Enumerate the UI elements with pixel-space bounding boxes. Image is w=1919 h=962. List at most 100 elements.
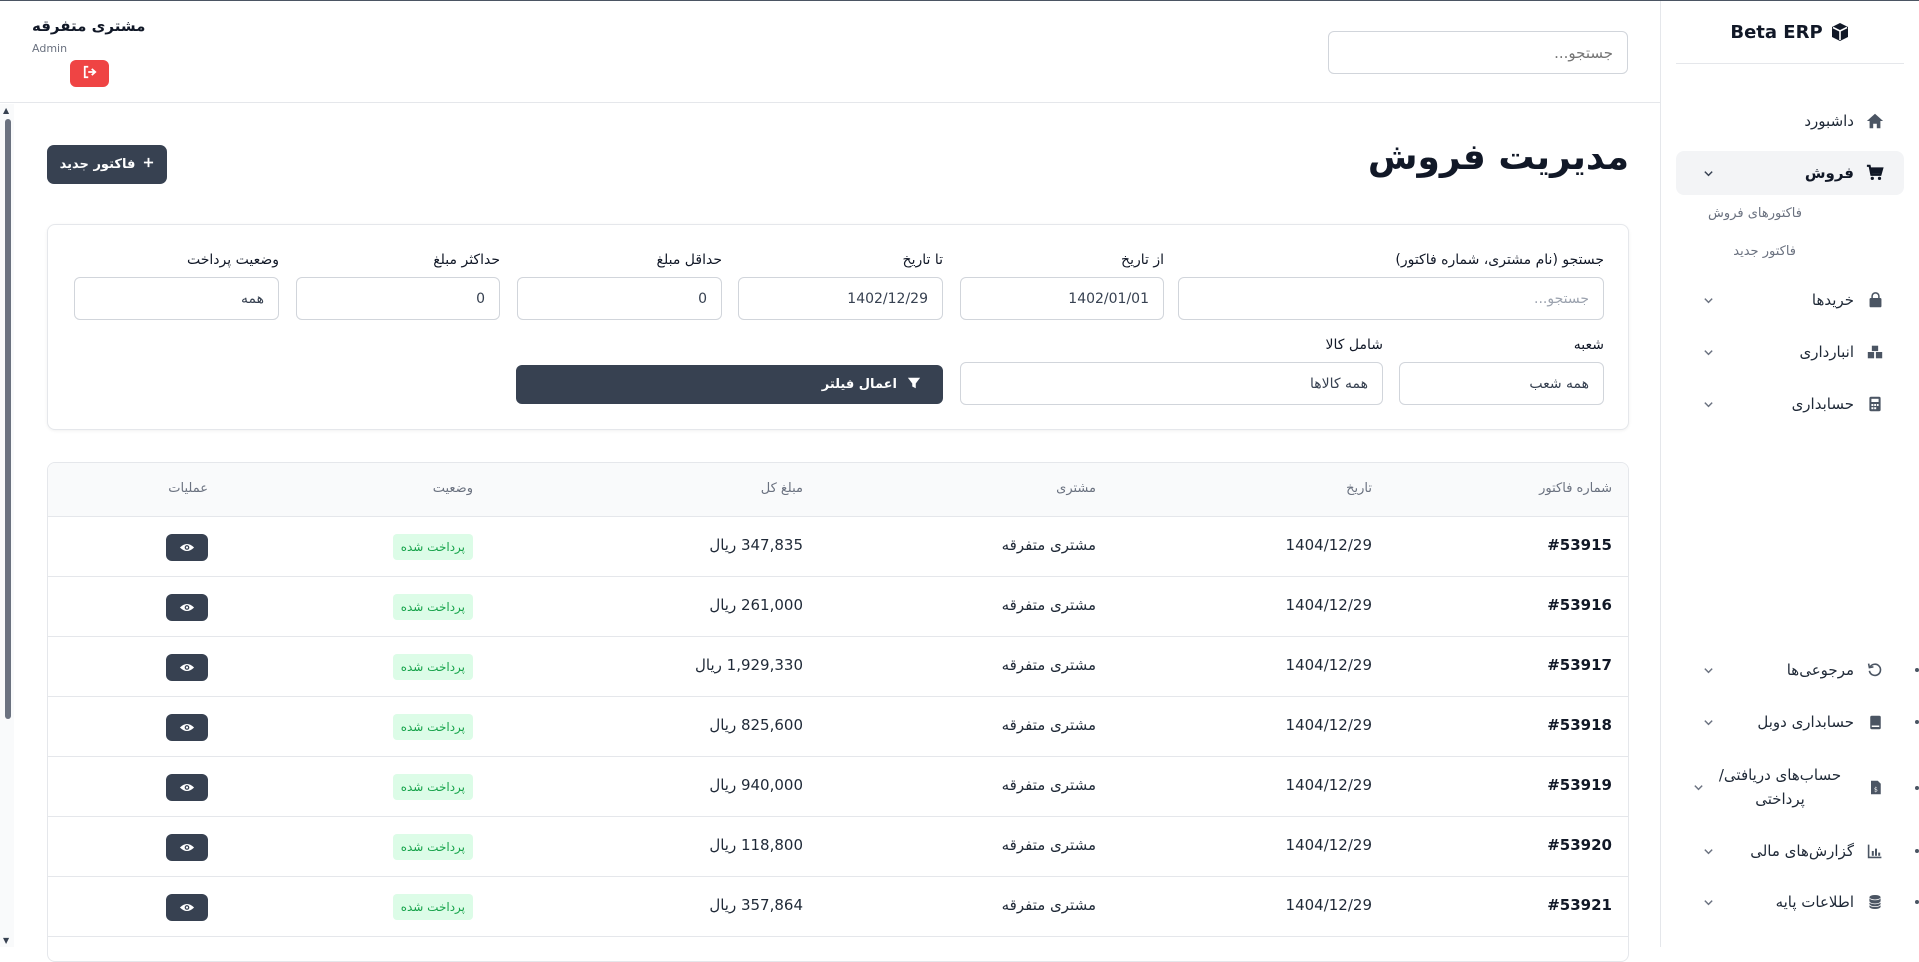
sidebar-item-dashboard[interactable]: داشبورد — [1676, 108, 1904, 134]
view-button[interactable] — [166, 774, 208, 801]
book-icon — [1864, 711, 1886, 733]
min-amount-input[interactable]: 0 — [517, 277, 722, 320]
invoice-number[interactable]: #53918 — [1547, 716, 1612, 734]
branch-select[interactable]: همه شعب — [1399, 362, 1604, 405]
sidebar-subitem-new-invoice[interactable]: فاکتور جدید — [1676, 242, 1904, 262]
sidebar-item-receivables-payables[interactable]: $ حساب‌های دریافتی/ پرداختی — [1676, 763, 1904, 811]
sidebar-item-double-entry[interactable]: حسابداری دوبل — [1676, 709, 1904, 735]
view-button[interactable] — [166, 654, 208, 681]
scroll-up-arrow-icon[interactable]: ▲ — [3, 106, 9, 115]
status-badge: پرداخت شده — [392, 654, 473, 680]
eye-icon — [179, 598, 195, 617]
branch-label: شعبه — [1573, 337, 1604, 353]
sidebar-item-purchases[interactable]: خریدها — [1676, 287, 1904, 313]
new-invoice-button[interactable]: فاکتور جدید — [47, 145, 167, 184]
sidebar-item-base-info[interactable]: اطلاعات پایه — [1676, 889, 1904, 915]
view-button[interactable] — [166, 834, 208, 861]
sidebar-item-label: حسابداری دوبل — [1757, 713, 1854, 731]
sidebar-item-returns[interactable]: مرجوعی‌ها — [1676, 657, 1904, 683]
from-date-input[interactable]: 1402/01/01 — [960, 277, 1164, 320]
min-amount-label: حداقل مبلغ — [656, 252, 722, 268]
customer-name: مشتری متفرقه — [1001, 596, 1096, 614]
chevron-down-icon — [1700, 165, 1716, 181]
customer-name: مشتری متفرقه — [1001, 716, 1096, 734]
sidebar-item-label: اطلاعات پایه — [1775, 893, 1854, 911]
table-header: شماره فاکتور تاریخ مشتری مبلغ کل وضعیت ع… — [48, 463, 1628, 517]
payment-status-select[interactable]: همه — [74, 277, 279, 320]
sidebar-subitem-sales-invoices[interactable]: فاکتورهای فروش — [1676, 204, 1904, 224]
from-date-label: از تاریخ — [1121, 252, 1164, 268]
logout-button[interactable] — [70, 60, 109, 87]
col-customer: مشتری — [1056, 481, 1096, 496]
table-row[interactable]: #53915 1404/12/29 مشتری متفرقه 347,835 ر… — [48, 517, 1628, 577]
page-title: مدیریت فروش — [1367, 137, 1629, 178]
chevron-down-icon — [1700, 894, 1716, 910]
chevron-down-icon — [1700, 843, 1716, 859]
table-row[interactable]: #53920 1404/12/29 مشتری متفرقه 118,800 ر… — [48, 817, 1628, 877]
sidebar-item-financial-reports[interactable]: گزارش‌های مالی — [1676, 838, 1904, 864]
customer-name: مشتری متفرقه — [1001, 836, 1096, 854]
invoice-number[interactable]: #53917 — [1547, 656, 1612, 674]
invoice-number[interactable]: #53919 — [1547, 776, 1612, 794]
bag-icon — [1864, 289, 1886, 311]
view-button[interactable] — [166, 714, 208, 741]
chevron-down-icon — [1700, 396, 1716, 412]
sidebar-item-label: گزارش‌های مالی — [1750, 842, 1854, 860]
view-button[interactable] — [166, 534, 208, 561]
view-button[interactable] — [166, 894, 208, 921]
customer-name: مشتری متفرقه — [1001, 896, 1096, 914]
invoice-date: 1404/12/29 — [1285, 776, 1372, 794]
filter-search-input[interactable]: جستجو... — [1178, 277, 1604, 320]
apply-filter-button[interactable]: اعمال فیلتر — [516, 365, 943, 404]
total-amount: 940,000 ریال — [709, 776, 803, 794]
max-amount-label: حداکثر مبلغ — [433, 252, 500, 268]
product-label: شامل کالا — [1325, 337, 1383, 353]
filter-icon — [907, 376, 921, 394]
sidebar-item-sales[interactable]: فروش — [1676, 151, 1904, 195]
sidebar-item-label: فروش — [1804, 164, 1854, 182]
table-row[interactable]: #53916 1404/12/29 مشتری متفرقه 261,000 ر… — [48, 577, 1628, 637]
chevron-down-icon — [1700, 662, 1716, 678]
bullet-dot — [1915, 786, 1919, 790]
status-badge: پرداخت شده — [392, 894, 473, 920]
total-amount: 118,800 ریال — [709, 836, 803, 854]
max-amount-input[interactable]: 0 — [296, 277, 500, 320]
sidebar-item-accounting[interactable]: حسابداری — [1676, 391, 1904, 417]
col-actions: عملیات — [168, 481, 208, 496]
scroll-down-arrow-icon[interactable]: ▼ — [3, 936, 9, 945]
invoice-date: 1404/12/29 — [1285, 716, 1372, 734]
sidebar-item-inventory[interactable]: انبارداری — [1676, 339, 1904, 365]
customer-name: مشتری متفرقه — [1001, 656, 1096, 674]
to-date-input[interactable]: 1402/12/29 — [738, 277, 943, 320]
table-row[interactable]: #53919 1404/12/29 مشتری متفرقه 940,000 ر… — [48, 757, 1628, 817]
invoice-number[interactable]: #53915 — [1547, 536, 1612, 554]
invoice-number[interactable]: #53921 — [1547, 896, 1612, 914]
scrollbar[interactable]: ▲ ▼ — [0, 104, 14, 947]
eye-icon — [179, 718, 195, 737]
view-button[interactable] — [166, 594, 208, 621]
table-row[interactable]: #53921 1404/12/29 مشتری متفرقه 357,864 ر… — [48, 877, 1628, 937]
total-amount: 357,864 ریال — [709, 896, 803, 914]
home-icon — [1864, 110, 1886, 132]
product-select[interactable]: همه کالاها — [960, 362, 1383, 405]
invoice-number[interactable]: #53920 — [1547, 836, 1612, 854]
table-row[interactable]: #53918 1404/12/29 مشتری متفرقه 825,600 ر… — [48, 697, 1628, 757]
global-search-input[interactable] — [1328, 31, 1628, 74]
eye-icon — [179, 538, 195, 557]
cart-icon — [1864, 162, 1886, 184]
table-row[interactable]: #53917 1404/12/29 مشتری متفرقه 1,929,330… — [48, 637, 1628, 697]
col-date: تاریخ — [1346, 481, 1372, 496]
new-invoice-label: فاکتور جدید — [59, 157, 136, 172]
cube-icon — [1830, 22, 1850, 42]
brand[interactable]: Beta ERP — [1676, 1, 1904, 64]
invoice-number[interactable]: #53916 — [1547, 596, 1612, 614]
user-name: مشتری متفرقه — [32, 17, 146, 35]
svg-text:$: $ — [1873, 786, 1877, 793]
total-amount: 347,835 ریال — [709, 536, 803, 554]
filter-panel: جستجو (نام مشتری، شماره فاکتور) جستجو...… — [47, 224, 1629, 430]
invoice-date: 1404/12/29 — [1285, 896, 1372, 914]
chart-icon — [1864, 840, 1886, 862]
calculator-icon — [1864, 393, 1886, 415]
customer-name: مشتری متفرقه — [1001, 536, 1096, 554]
scrollbar-thumb[interactable] — [5, 119, 11, 719]
